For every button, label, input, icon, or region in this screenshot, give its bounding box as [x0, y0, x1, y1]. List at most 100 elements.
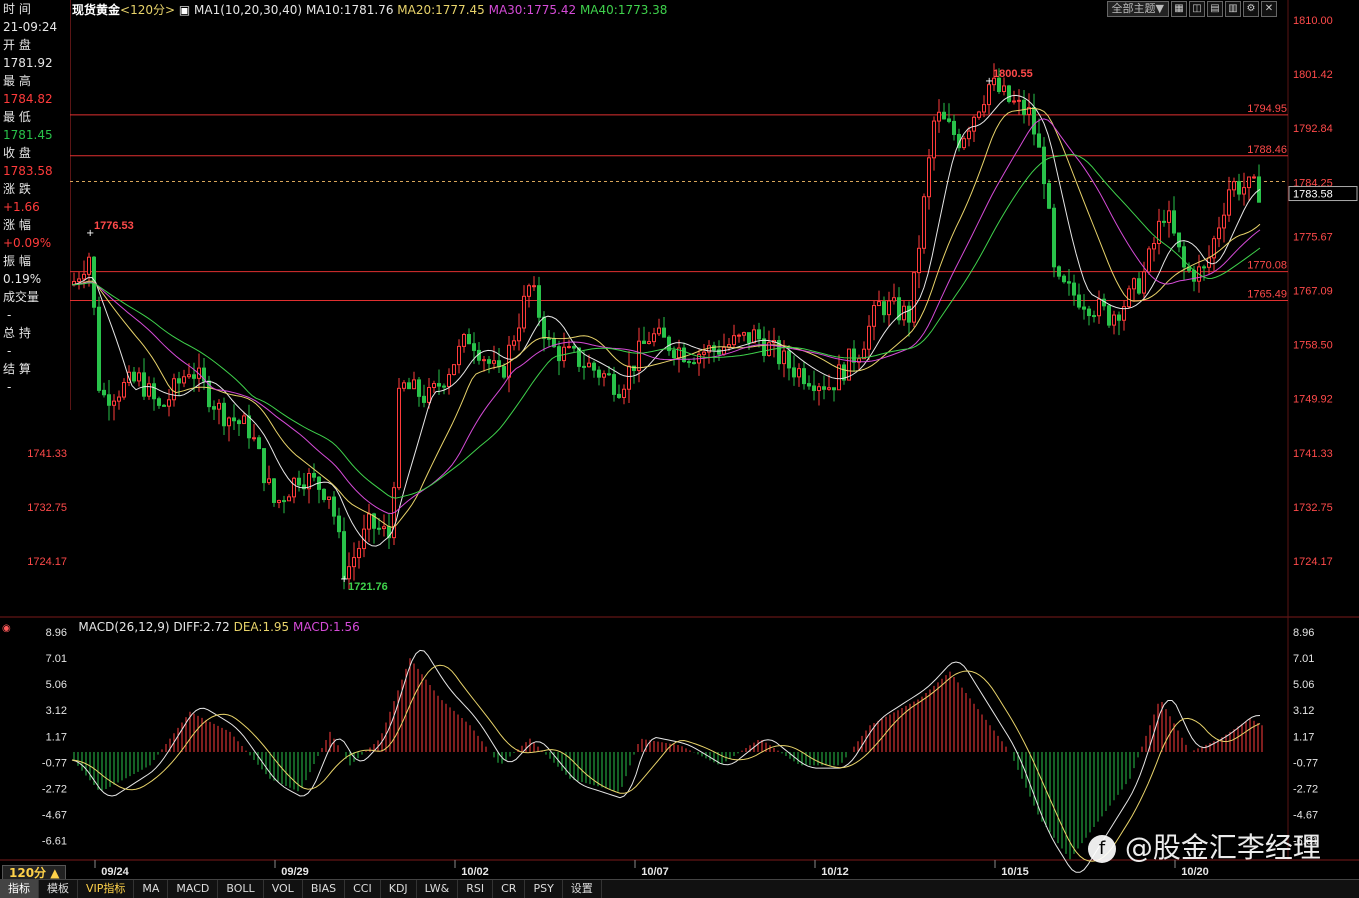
annotation-high-left: 1776.53 [94, 220, 134, 232]
candle [702, 343, 706, 369]
candle [1122, 300, 1126, 331]
candle [1132, 277, 1136, 302]
candle [467, 328, 471, 345]
candle [332, 491, 336, 525]
candle [432, 380, 436, 393]
price-axis-label-10: 1724.17 [1293, 556, 1333, 568]
candle [862, 341, 866, 360]
candle [662, 316, 666, 338]
tab-10[interactable]: LW& [417, 880, 459, 898]
date-label-1: 09/29 [281, 866, 309, 878]
candle [877, 290, 881, 307]
macd-axis-left-2: 5.06 [46, 679, 67, 691]
candle [212, 400, 216, 420]
candle [1152, 236, 1156, 262]
level-label-3: 1765.49 [1247, 289, 1287, 301]
candle [1127, 285, 1131, 309]
tab-9[interactable]: KDJ [381, 880, 417, 898]
annotation-cross-3: + [985, 76, 993, 87]
candle [1097, 290, 1101, 324]
tab-0[interactable]: 指标 [0, 880, 39, 898]
date-label-6: 10/20 [1181, 866, 1209, 878]
ma40-line [71, 153, 1261, 499]
candle [1057, 265, 1061, 280]
candle [1027, 93, 1031, 126]
left-axis-label-1: 1732.75 [27, 502, 67, 514]
candle [267, 465, 271, 485]
candle [832, 387, 836, 402]
candle [907, 301, 911, 337]
candle [262, 448, 266, 492]
candle [237, 418, 241, 437]
candle [277, 499, 281, 509]
candle [972, 115, 976, 142]
candle [232, 404, 236, 430]
candle [942, 102, 946, 120]
candle [182, 369, 186, 388]
candle [802, 361, 806, 390]
candle [1047, 179, 1051, 210]
candlestick-chart[interactable]: 1810.001801.421792.841784.251775.671767.… [0, 0, 1359, 880]
date-label-2: 10/02 [461, 866, 489, 878]
candle [1067, 268, 1071, 296]
tab-6[interactable]: VOL [264, 880, 303, 898]
candle [1202, 264, 1206, 281]
tab-8[interactable]: CCI [345, 880, 381, 898]
candle [92, 256, 96, 316]
tab-2[interactable]: VIP指标 [78, 880, 135, 898]
tab-12[interactable]: CR [493, 880, 526, 898]
candle [1242, 172, 1246, 206]
candle [417, 376, 421, 407]
candle [1247, 176, 1251, 201]
candle [1237, 173, 1241, 201]
candle [627, 351, 631, 404]
candle [227, 416, 231, 442]
candle [677, 339, 681, 373]
candle [1137, 272, 1141, 295]
macd-axis-left-8: -6.61 [42, 836, 67, 848]
macd-axis-left-3: 3.12 [46, 705, 67, 717]
macd-axis-left-5: -0.77 [42, 757, 67, 769]
candle [557, 340, 561, 376]
candle [1092, 310, 1096, 323]
candle [97, 296, 101, 393]
price-axis-label-2: 1792.84 [1293, 123, 1333, 135]
left-axis-label-2: 1724.17 [27, 556, 67, 568]
candle [912, 272, 916, 328]
candle [412, 371, 416, 390]
candle [892, 283, 896, 305]
ma10-line [71, 94, 1261, 547]
candle [647, 331, 651, 345]
macd-header: ◉ MACD(26,12,9) DIFF:2.72 DEA:1.95 MACD:… [2, 620, 360, 636]
tab-7[interactable]: BIAS [303, 880, 346, 898]
tab-3[interactable]: MA [134, 880, 169, 898]
candle [917, 235, 921, 289]
tab-11[interactable]: RSI [458, 880, 494, 898]
candle [317, 475, 321, 504]
candle [1257, 164, 1261, 203]
tab-1[interactable]: 模板 [39, 880, 78, 898]
tab-4[interactable]: MACD [168, 880, 219, 898]
tab-14[interactable]: 设置 [563, 880, 602, 898]
candle [722, 333, 726, 356]
candle [152, 377, 156, 411]
candle [817, 382, 821, 406]
candle [752, 324, 756, 344]
candle [132, 367, 136, 384]
candle [837, 354, 841, 391]
candle [642, 326, 646, 344]
candle [582, 351, 586, 380]
candle [402, 380, 406, 392]
candle [842, 362, 846, 385]
tab-5[interactable]: BOLL [218, 880, 264, 898]
candle [987, 83, 991, 115]
candle [1052, 203, 1056, 278]
candle [122, 378, 126, 400]
tab-13[interactable]: PSY [525, 880, 563, 898]
current-price-label: 1783.58 [1293, 189, 1333, 201]
date-label-4: 10/12 [821, 866, 849, 878]
candle [442, 383, 446, 395]
date-label-5: 10/15 [1001, 866, 1029, 878]
price-axis-label-1: 1801.42 [1293, 69, 1333, 81]
price-axis-label-5: 1767.09 [1293, 285, 1333, 297]
